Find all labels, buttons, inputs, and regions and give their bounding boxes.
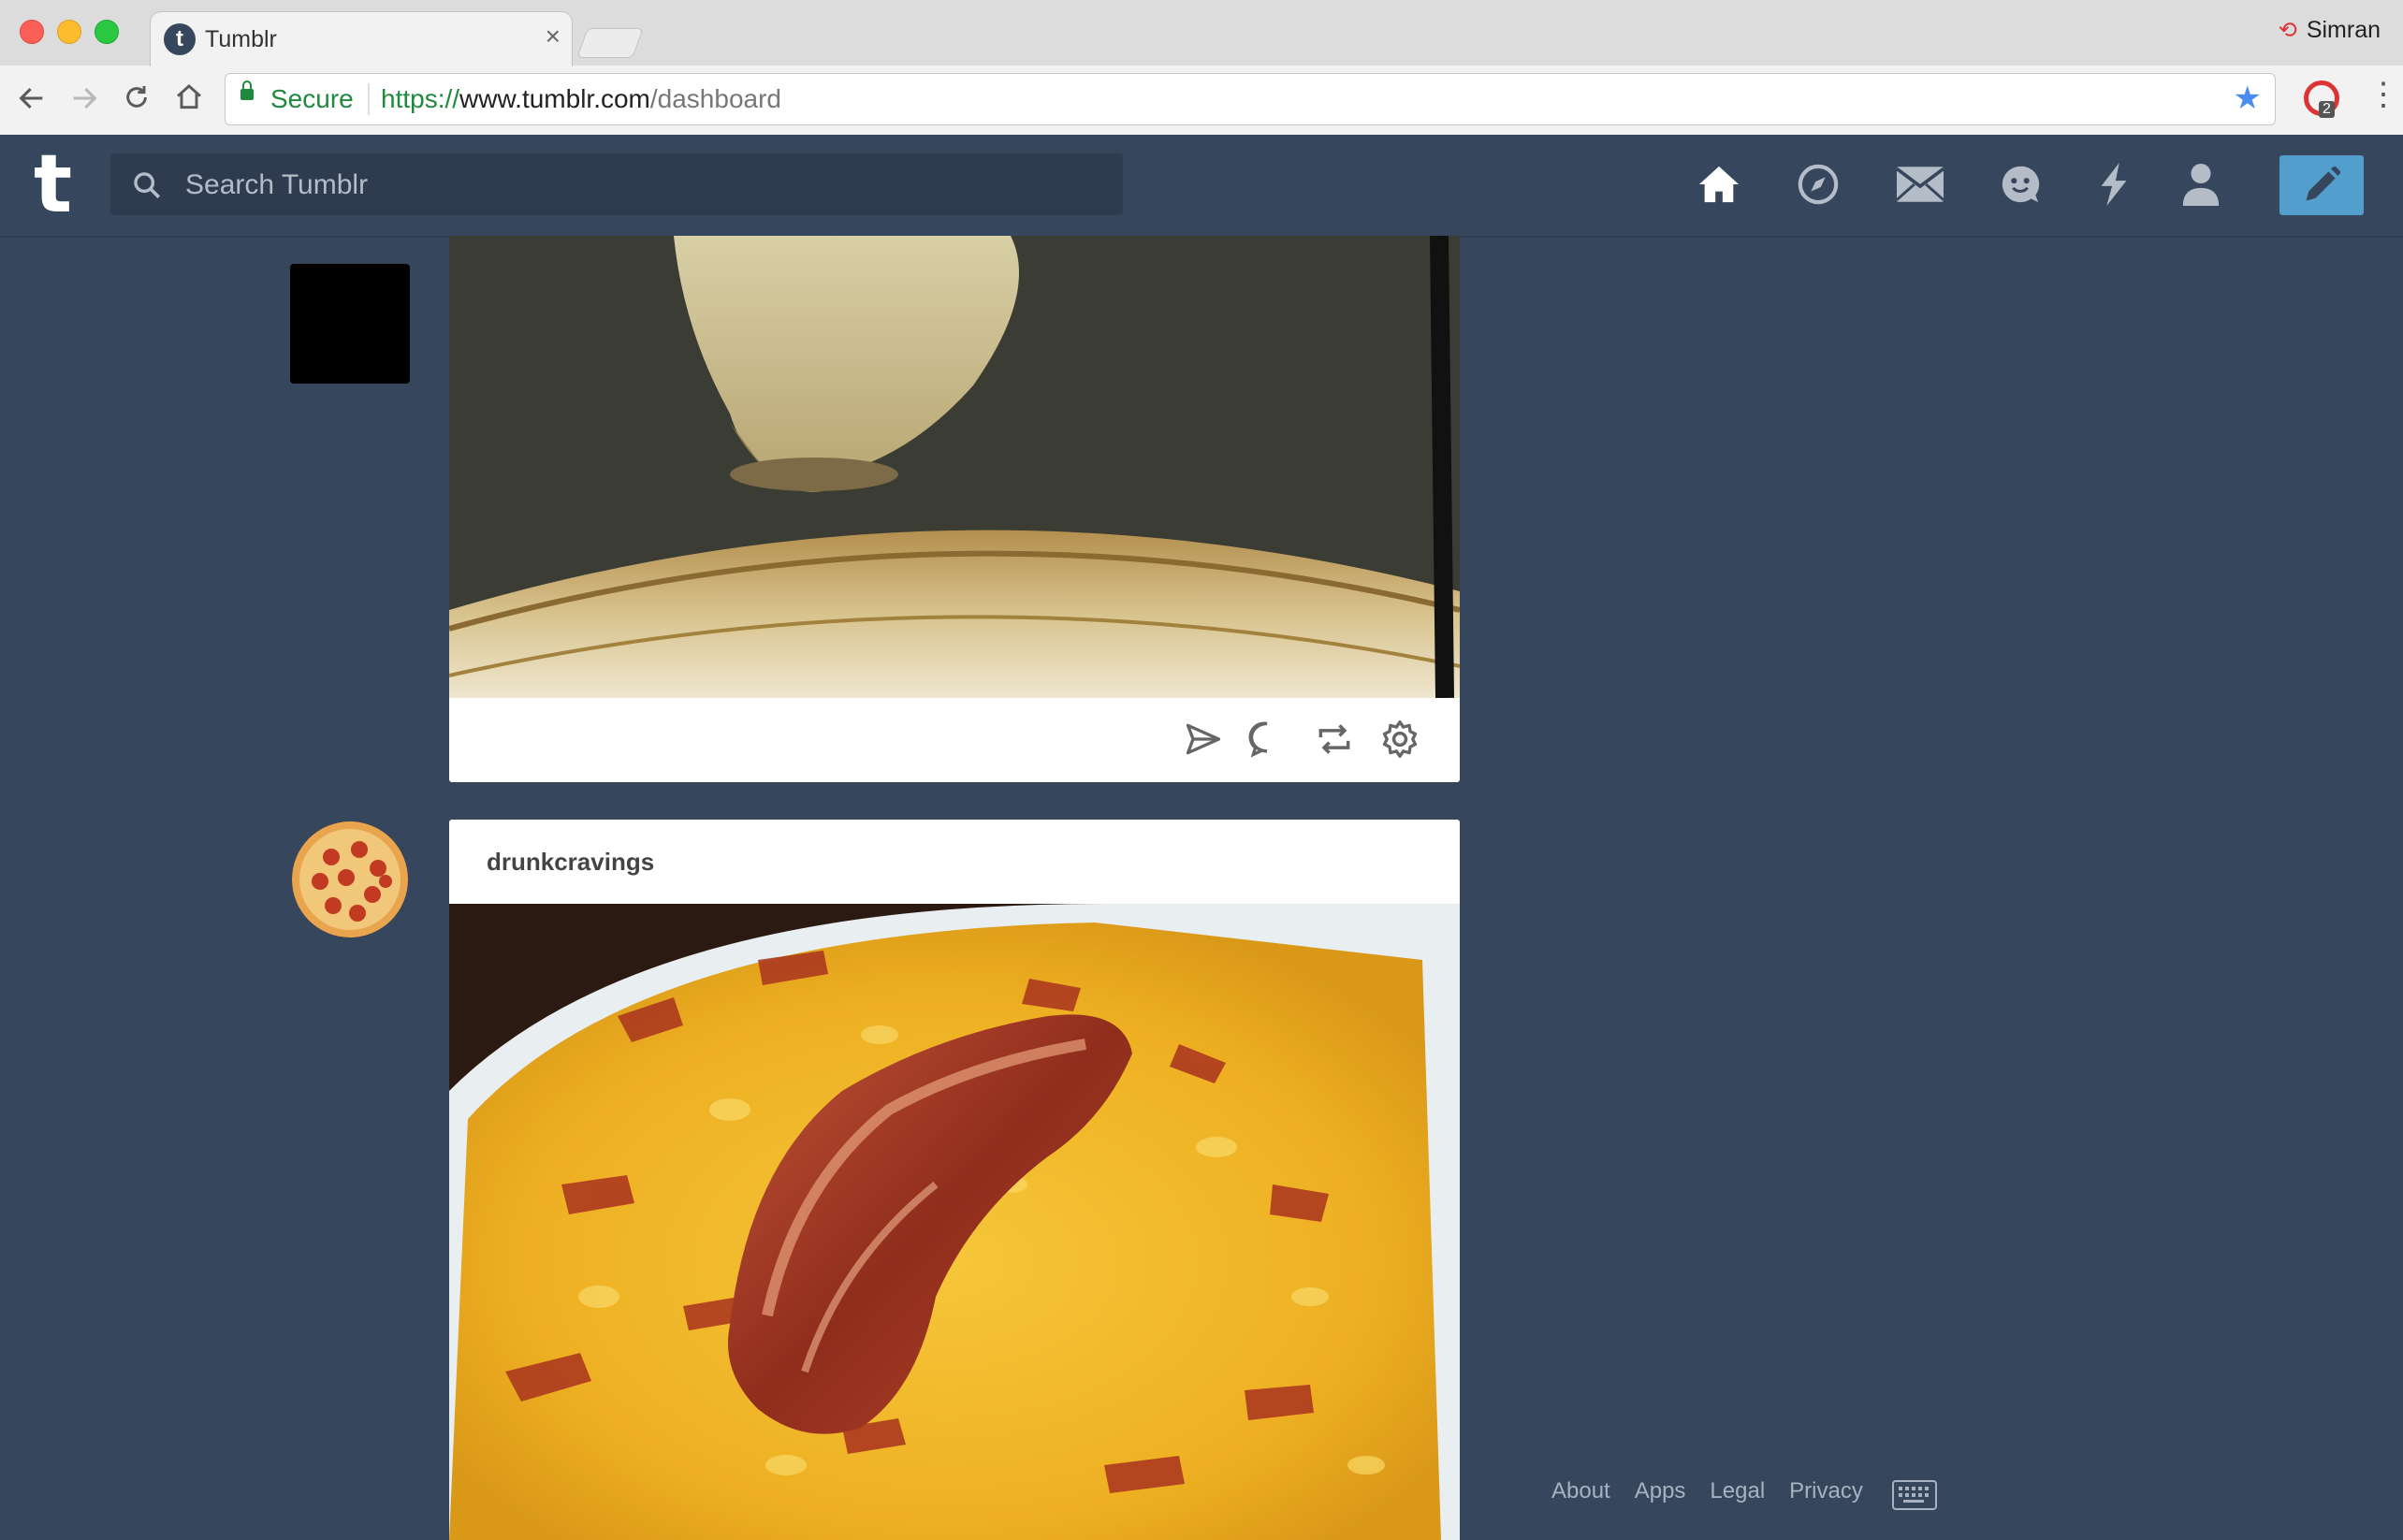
forward-icon[interactable] xyxy=(66,82,103,120)
home-icon[interactable] xyxy=(170,82,208,120)
close-window-button[interactable] xyxy=(20,20,44,44)
address-bar[interactable]: Secure https://www.tumblr.com/dashboard … xyxy=(225,73,2276,125)
reply-icon[interactable] xyxy=(1246,719,1288,760)
post-image[interactable] xyxy=(449,904,1460,1540)
zoom-window-button[interactable] xyxy=(95,20,119,44)
url-path: /dashboard xyxy=(649,84,781,113)
search-input[interactable] xyxy=(183,153,1104,217)
search-icon xyxy=(134,172,161,199)
search-box[interactable] xyxy=(110,153,1123,217)
avatar[interactable] xyxy=(290,264,410,384)
pencil-icon xyxy=(2306,167,2340,201)
profile-menu[interactable]: ⟲ Simran xyxy=(2279,17,2381,44)
sync-icon: ⟲ xyxy=(2278,18,2297,43)
extension-badge: 2 xyxy=(2319,101,2335,118)
home-icon[interactable] xyxy=(1694,159,1744,210)
url-separator xyxy=(368,83,370,115)
tumblr-favicon-icon: t xyxy=(164,23,196,55)
new-tab-button[interactable] xyxy=(576,28,644,58)
minimize-window-button[interactable] xyxy=(57,20,81,44)
share-icon[interactable] xyxy=(1183,719,1224,760)
url-text[interactable]: https://www.tumblr.com/dashboard xyxy=(381,84,781,114)
post-header: drunkcravings xyxy=(449,820,1460,904)
activity-icon[interactable] xyxy=(2089,159,2139,210)
avatar[interactable] xyxy=(292,821,408,937)
browser-chrome: t Tumblr × ⟲ Simran Secure https://www.tu… xyxy=(0,0,2403,135)
settings-icon[interactable] xyxy=(1379,719,1420,760)
explore-icon[interactable] xyxy=(1793,159,1843,210)
footer-link-privacy[interactable]: Privacy xyxy=(1789,1478,1863,1504)
compose-button[interactable] xyxy=(2279,155,2364,215)
bookmark-star-icon[interactable]: ★ xyxy=(2234,80,2262,117)
tab-close-icon[interactable]: × xyxy=(546,23,561,50)
url-scheme: https:// xyxy=(381,84,460,113)
post-image[interactable] xyxy=(449,236,1460,698)
post-footer xyxy=(449,698,1460,782)
tab-title: Tumblr xyxy=(205,26,277,52)
blog-name-link[interactable]: drunkcravings xyxy=(487,848,654,877)
reblog-icon[interactable] xyxy=(1314,719,1355,760)
inbox-icon[interactable] xyxy=(1895,159,1945,210)
back-icon[interactable] xyxy=(13,82,51,120)
footer-link-apps[interactable]: Apps xyxy=(1635,1478,1686,1504)
browser-menu-icon[interactable]: ⋮ xyxy=(2367,79,2399,110)
reload-icon[interactable] xyxy=(118,82,155,120)
messaging-icon[interactable] xyxy=(1995,159,2046,210)
lock-icon xyxy=(240,80,254,100)
tumblr-logo[interactable]: t xyxy=(34,144,72,225)
keyboard-shortcuts-icon[interactable] xyxy=(1892,1480,1937,1510)
secure-label: Secure xyxy=(270,84,354,113)
footer-link-legal[interactable]: Legal xyxy=(1710,1478,1765,1504)
profile-name: Simran xyxy=(2306,17,2381,43)
browser-tab[interactable]: t Tumblr × xyxy=(150,11,573,66)
footer-link-about[interactable]: About xyxy=(1551,1478,1610,1504)
url-host: www.tumblr.com xyxy=(459,84,650,113)
footer-links: About Apps Legal Privacy xyxy=(1551,1478,1887,1504)
account-icon[interactable] xyxy=(2176,159,2226,210)
